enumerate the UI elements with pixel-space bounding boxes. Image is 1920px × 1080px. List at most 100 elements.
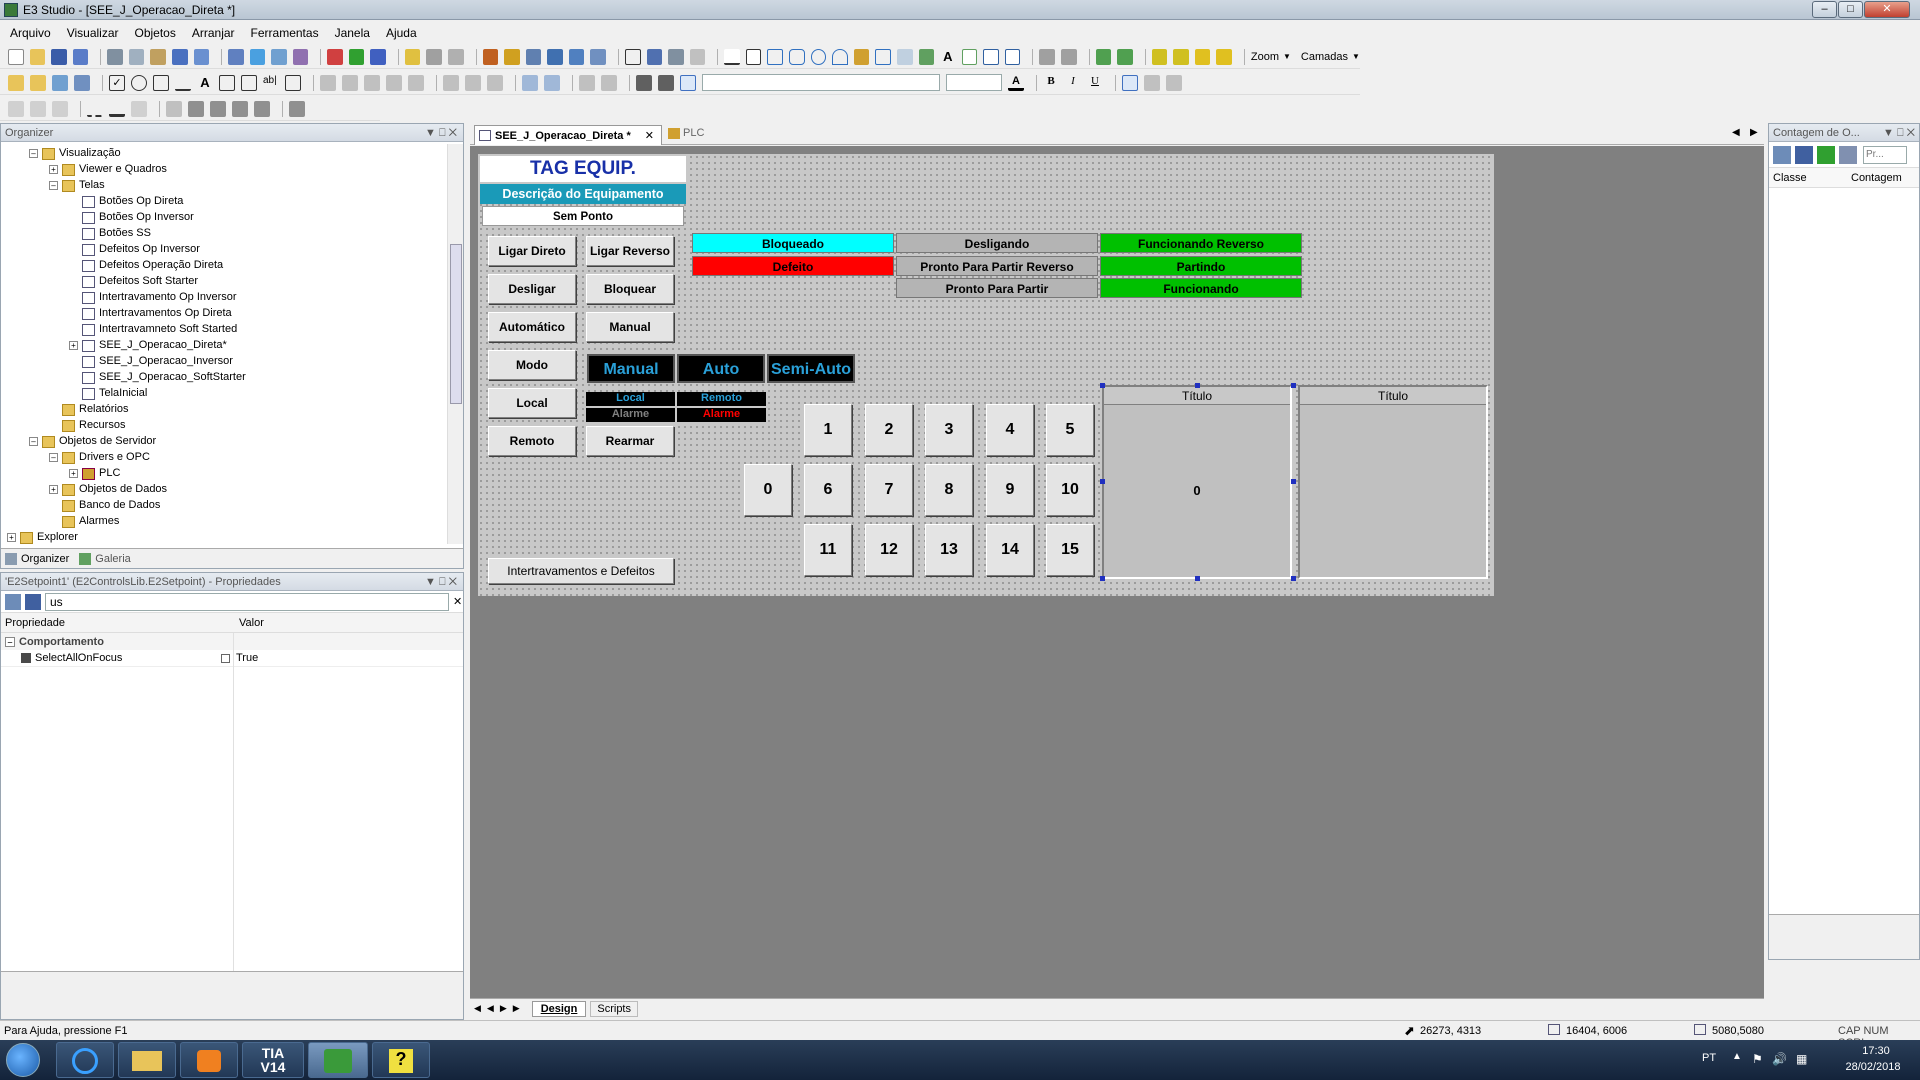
line-width-icon[interactable] [109, 101, 125, 117]
collapse-icon[interactable]: – [5, 636, 15, 647]
tab-operacao-direta[interactable]: SEE_J_Operacao_Direta * ✕ [474, 125, 662, 145]
num-button-13[interactable]: 13 [925, 524, 973, 576]
design-icon[interactable] [249, 48, 266, 65]
tree-item[interactable]: Botões Op Direta [69, 194, 183, 209]
num-button-14[interactable]: 14 [986, 524, 1034, 576]
minimize-button[interactable]: – [1812, 1, 1837, 18]
num-button-6[interactable]: 6 [804, 464, 852, 516]
tree-item[interactable]: Defeitos Op Inversor [69, 242, 200, 257]
e3-taskbar-icon[interactable] [308, 1042, 368, 1078]
local-button[interactable]: Local [488, 388, 576, 418]
font-name-select[interactable] [702, 74, 940, 91]
save-all-icon[interactable] [72, 48, 89, 65]
fill-color-icon[interactable] [8, 100, 24, 117]
same-height-icon[interactable] [465, 74, 481, 91]
count-search-input[interactable]: Pr... [1863, 145, 1907, 164]
tree-scroll-thumb[interactable] [450, 244, 462, 404]
automatico-button[interactable]: Automático [488, 312, 576, 342]
tree-scrollbar[interactable] [447, 144, 463, 544]
panel-controls-icon[interactable]: ▼ ⎕ ✕ [425, 124, 463, 141]
num-button-0[interactable]: 0 [744, 464, 792, 516]
zoom-dropdown[interactable]: Zoom [1251, 51, 1279, 63]
tree-item[interactable]: Recursos [49, 418, 125, 433]
num-button-11[interactable]: 11 [804, 524, 852, 576]
num-button-4[interactable]: 4 [986, 404, 1034, 456]
clock-date[interactable]: 28/02/2018 [1836, 1061, 1910, 1073]
intertravamentos-button[interactable]: Intertravamentos e Defeitos [488, 558, 674, 584]
text-center-icon[interactable] [1144, 74, 1160, 91]
font-color-icon[interactable]: A [1008, 75, 1024, 91]
center-h-icon[interactable] [408, 74, 424, 91]
tree-item[interactable]: Intertravamneto Soft Started [69, 322, 237, 337]
label-tool-icon[interactable]: A [197, 75, 213, 91]
tab-galeria[interactable]: Galeria [95, 553, 130, 565]
expand-icon[interactable]: + [7, 533, 16, 542]
format2-icon[interactable] [30, 74, 46, 91]
line-style-icon[interactable] [87, 101, 103, 117]
tree-item[interactable]: + Explorer [7, 530, 78, 545]
send-back-icon[interactable] [1117, 48, 1133, 65]
num-button-3[interactable]: 3 [925, 404, 973, 456]
tree-item[interactable]: Intertravamento Op Inversor [69, 290, 237, 305]
tia-taskbar-icon[interactable]: TIA V14 [242, 1042, 304, 1078]
num-button-9[interactable]: 9 [986, 464, 1034, 516]
count-controls-icon[interactable]: ▼ ⎕ ✕ [1883, 124, 1919, 141]
pointer-icon[interactable] [624, 48, 641, 65]
group-icon[interactable] [1039, 48, 1056, 65]
bold-icon[interactable]: B [1043, 75, 1059, 91]
tree-item[interactable]: SEE_J_Operacao_Inversor [69, 354, 233, 369]
expand-icon[interactable]: + [69, 469, 78, 478]
frame1-value[interactable]: 0 [1104, 483, 1290, 498]
font-size-select[interactable] [946, 74, 1002, 91]
selection-handle[interactable] [1291, 479, 1296, 484]
tree-item[interactable]: Alarmes [49, 514, 119, 529]
tree-item[interactable]: Defeitos Soft Starter [69, 274, 198, 289]
pen-color-icon[interactable] [52, 100, 68, 117]
center-page-icon[interactable] [601, 74, 617, 91]
tree-item[interactable]: + Viewer e Quadros [49, 162, 167, 177]
selection-handle[interactable] [1100, 576, 1105, 581]
tab-organizer[interactable]: Organizer [21, 553, 69, 565]
tool-icon[interactable] [426, 48, 443, 65]
align-top-icon[interactable] [364, 74, 380, 91]
format-icon[interactable] [8, 74, 24, 91]
align-left-icon[interactable] [320, 74, 336, 91]
spin-tool-icon[interactable] [241, 74, 257, 91]
fill-style-icon[interactable] [131, 100, 147, 117]
menu-visualizar[interactable]: Visualizar [67, 26, 119, 40]
tree-item[interactable]: – Objetos de Servidor [29, 434, 156, 449]
remoto-button[interactable]: Remoto [488, 426, 576, 456]
report-icon[interactable] [590, 48, 606, 65]
num-button-7[interactable]: 7 [865, 464, 913, 516]
italic-icon[interactable]: I [1065, 75, 1081, 91]
layer1-icon[interactable] [1151, 48, 1168, 65]
effect3-icon[interactable] [232, 100, 248, 117]
effect1-icon[interactable] [188, 100, 204, 117]
expand-icon[interactable]: – [29, 437, 38, 446]
grid-tool-icon[interactable] [219, 74, 235, 91]
list-icon[interactable] [1004, 48, 1021, 65]
polygon-icon[interactable] [875, 48, 891, 65]
checkbox-tool-icon[interactable]: ✓ [109, 74, 125, 91]
trend-icon[interactable] [74, 74, 90, 91]
move-icon[interactable] [636, 74, 652, 91]
categorized-icon[interactable] [5, 593, 21, 610]
effect4-icon[interactable] [254, 100, 270, 117]
chart-tool-icon[interactable] [52, 74, 68, 91]
radio-tool-icon[interactable] [131, 74, 147, 91]
num-button-12[interactable]: 12 [865, 524, 913, 576]
tree-item[interactable]: Botões Op Inversor [69, 210, 194, 225]
help-taskbar-icon[interactable]: ? [372, 1042, 430, 1078]
network-icon[interactable]: ▦ [1796, 1052, 1807, 1066]
ligar-direto-button[interactable]: Ligar Direto [488, 236, 576, 266]
redo-icon[interactable] [193, 48, 210, 65]
tree-item[interactable]: Botões SS [69, 226, 151, 241]
close-button[interactable]: ✕ [1864, 1, 1910, 18]
tree-item[interactable]: + PLC [69, 466, 120, 481]
flag-icon[interactable]: ⚑ [1752, 1052, 1763, 1066]
warning-icon[interactable] [404, 48, 421, 65]
ie-taskbar-icon[interactable] [56, 1042, 114, 1078]
tree-item[interactable]: – Drivers e OPC [49, 450, 150, 465]
selection-handle[interactable] [1291, 383, 1296, 388]
property-row[interactable]: SelectAllOnFocus True [1, 650, 463, 667]
